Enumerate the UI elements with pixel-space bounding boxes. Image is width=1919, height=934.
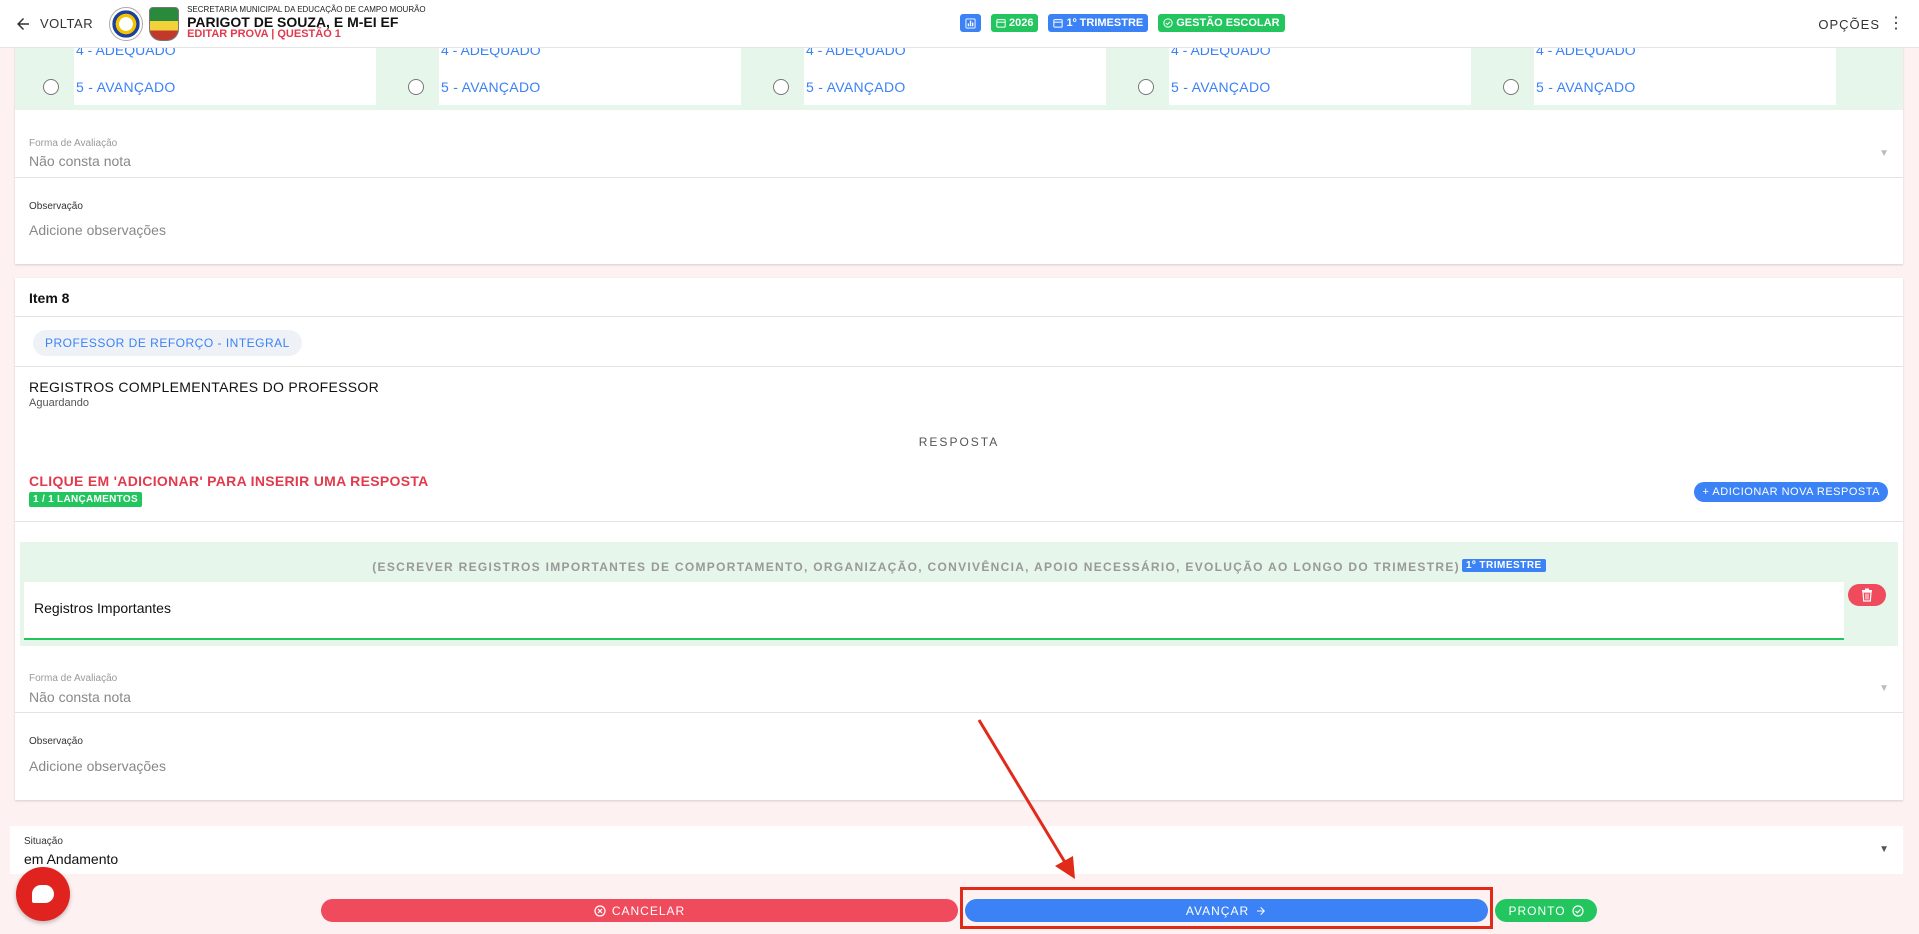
role-badge[interactable]: GESTÃO ESCOLAR (1158, 14, 1285, 32)
response-text-input[interactable]: Registros Importantes (24, 582, 1844, 640)
more-vertical-icon: ⋮ (1888, 15, 1905, 32)
term-tag: 1º TRIMESTRE (1461, 559, 1546, 572)
chevron-down-icon: ▼ (1879, 844, 1889, 855)
cancel-label: CANCELAR (611, 903, 686, 918)
delete-response-button[interactable] (1848, 584, 1886, 606)
response-entry: (ESCREVER REGISTROS IMPORTANTES DE COMPO… (20, 542, 1898, 646)
bar-chart-icon (965, 17, 976, 29)
response-header: (ESCREVER REGISTROS IMPORTANTES DE COMPO… (20, 559, 1898, 574)
option-label[interactable]: 5 - AVANÇADO (1536, 79, 1636, 95)
forma-avaliacao-label: Forma de Avaliação (29, 673, 118, 684)
stats-badge[interactable] (960, 14, 981, 32)
chevron-down-icon: ▼ (1879, 683, 1889, 694)
question-status: Aguardando (29, 397, 89, 409)
radio-button[interactable] (773, 79, 789, 95)
observacao-label: Observação (29, 201, 83, 212)
arrow-left-icon (17, 17, 29, 30)
page-subtitle: EDITAR PROVA | QUESTÃO 1 (187, 28, 341, 41)
add-response-label: ADICIONAR NOVA RESPOSTA (1712, 486, 1880, 498)
option-label[interactable]: 5 - AVANÇADO (441, 79, 541, 95)
options-label: OPÇÕES (1818, 16, 1880, 32)
response-instructions: (ESCREVER REGISTROS IMPORTANTES DE COMPO… (372, 560, 1460, 574)
logos (109, 6, 180, 41)
trash-icon (1862, 588, 1872, 602)
divider (15, 712, 1903, 713)
chevron-down-icon: ▼ (1879, 148, 1889, 159)
year-badge-label: 2026 (1009, 17, 1034, 29)
secretaria-logo (109, 6, 144, 41)
rating-option-column: 4 - ADEQUADO 5 - AVANÇADO (385, 42, 749, 105)
item-title: Item 8 (29, 290, 70, 306)
done-button[interactable]: PRONTO (1495, 899, 1597, 922)
rating-options: 4 - ADEQUADO 5 - AVANÇADO 4 - ADEQUADO 5… (15, 42, 1903, 110)
divider (15, 366, 1903, 367)
chat-bubble-icon (32, 885, 54, 903)
radio-button[interactable] (1138, 79, 1154, 95)
status-select[interactable]: Situação em Andamento ▼ (10, 826, 1903, 874)
option-label[interactable]: 5 - AVANÇADO (76, 79, 176, 95)
cancel-button[interactable]: CANCELAR (321, 899, 958, 922)
category-chip: PROFESSOR DE REFORÇO - INTEGRAL (33, 330, 302, 356)
radio-button[interactable] (408, 79, 424, 95)
option-label[interactable]: 5 - AVANÇADO (1171, 79, 1271, 95)
page-titles: SECRETARIA MUNICIPAL DA EDUCAÇÃO DE CAMP… (187, 5, 426, 41)
rating-option-column: 4 - ADEQUADO 5 - AVANÇADO (1480, 42, 1844, 105)
done-label: PRONTO (1508, 903, 1566, 918)
observacao-input[interactable]: Adicione observações (29, 222, 166, 238)
plus-icon: + (1702, 486, 1710, 498)
observacao-input[interactable]: Adicione observações (29, 758, 166, 774)
back-button[interactable]: VOLTAR (14, 15, 93, 33)
role-badge-label: GESTÃO ESCOLAR (1176, 17, 1280, 29)
back-label: VOLTAR (40, 16, 94, 31)
radio-button[interactable] (43, 79, 59, 95)
divider (15, 316, 1903, 317)
option-label[interactable]: 5 - AVANÇADO (806, 79, 906, 95)
term-badge[interactable]: 1º TRIMESTRE (1048, 14, 1149, 32)
forma-avaliacao-label: Forma de Avaliação (29, 138, 118, 149)
calendar-icon (996, 19, 1006, 28)
status-value: em Andamento (24, 851, 119, 867)
divider (15, 177, 1903, 178)
chat-widget-button[interactable] (16, 867, 70, 921)
add-instruction: CLIQUE EM 'ADICIONAR' PARA INSERIR UMA R… (29, 473, 429, 489)
entries-count-badge: 1 / 1 LANÇAMENTOS (29, 492, 142, 507)
status-label: Situação (24, 836, 63, 847)
check-circle-icon (1163, 18, 1173, 28)
check-circle-icon (1571, 904, 1584, 917)
question-title: REGISTROS COMPLEMENTARES DO PROFESSOR (29, 379, 379, 395)
divider (15, 521, 1903, 522)
rating-option-column: 4 - ADEQUADO 5 - AVANÇADO (750, 42, 1114, 105)
answer-section-label: RESPOSTA (918, 435, 1000, 449)
close-circle-icon (594, 904, 606, 917)
rating-option-column: 4 - ADEQUADO 5 - AVANÇADO (1115, 42, 1479, 105)
year-badge[interactable]: 2026 (991, 14, 1039, 32)
header-badges: 2026 1º TRIMESTRE GESTÃO ESCOLAR (960, 14, 1285, 32)
observacao-label: Observação (29, 736, 83, 747)
term-badge-label: 1º TRIMESTRE (1066, 17, 1144, 29)
item-8-card: Item 8 PROFESSOR DE REFORÇO - INTEGRAL R… (15, 278, 1903, 800)
radio-button[interactable] (1503, 79, 1519, 95)
forma-avaliacao-value: Não consta nota (29, 689, 131, 705)
calendar-icon (1053, 19, 1064, 28)
municipal-coat-of-arms (149, 6, 180, 41)
add-response-button[interactable]: + ADICIONAR NOVA RESPOSTA (1694, 482, 1888, 502)
top-app-bar: VOLTAR SECRETARIA MUNICIPAL DA EDUCAÇÃO … (0, 0, 1919, 48)
options-menu-button[interactable]: OPÇÕES ⋮ (1818, 16, 1905, 32)
forma-avaliacao-value: Não consta nota (29, 153, 131, 169)
rating-option-column: 4 - ADEQUADO 5 - AVANÇADO (20, 42, 384, 105)
highlight-box (960, 887, 1493, 929)
